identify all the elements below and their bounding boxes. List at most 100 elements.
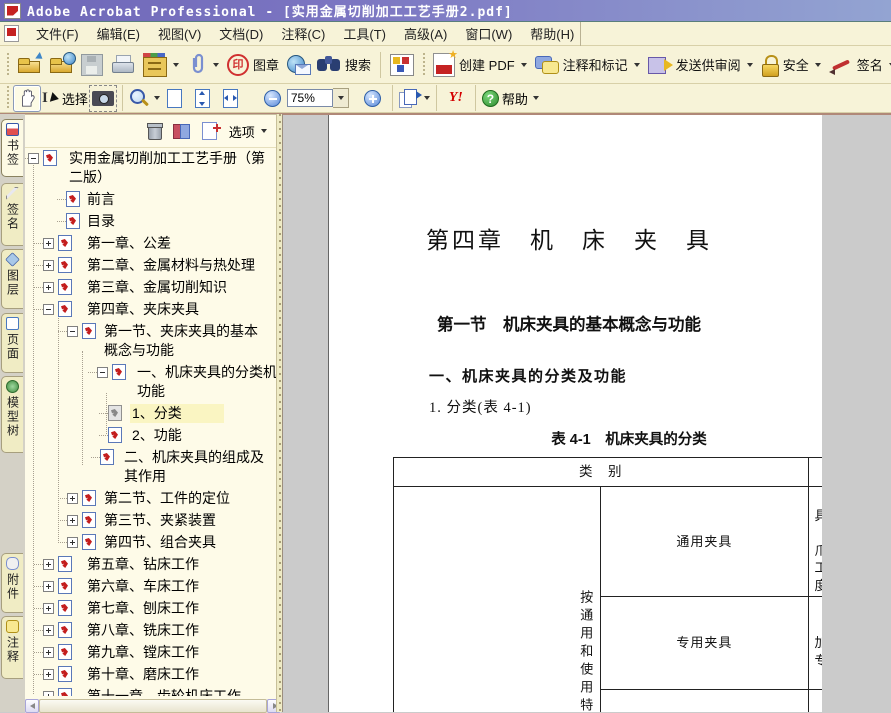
save-button[interactable] — [77, 52, 107, 78]
menu-item[interactable]: 帮助(H) — [521, 22, 583, 45]
bookmark-label[interactable]: 第四节、组合夹具 — [102, 533, 218, 552]
expand-plus-icon[interactable] — [43, 625, 54, 636]
bookmark-label[interactable]: 第七章、刨床工作 — [85, 599, 201, 618]
menu-item[interactable]: 窗口(W) — [456, 22, 521, 45]
bookmark-item[interactable]: 目录 — [25, 211, 283, 231]
comment-markup-button[interactable]: 注释和标记 — [531, 53, 644, 77]
bookmark-label[interactable]: 第一章、公差 — [85, 234, 173, 253]
collapse-minus-icon[interactable] — [97, 367, 108, 378]
bookmark-label[interactable]: 第九章、镗床工作 — [85, 643, 201, 662]
expand-plus-icon[interactable] — [43, 603, 54, 614]
create-pdf-button[interactable]: ★ 创建 PDF — [429, 49, 531, 79]
expand-plus-icon[interactable] — [43, 691, 54, 696]
bookmark-label[interactable]: 第四章、夹床夹具 — [85, 300, 201, 319]
search-button[interactable]: 搜索 — [313, 53, 375, 76]
nav-tab-页面[interactable]: 页面 — [1, 313, 23, 373]
bookmark-item[interactable]: 第三章、金属切削知识 — [25, 277, 283, 297]
bookmark-label-selected[interactable]: 1、分类 — [130, 404, 224, 423]
menu-item[interactable]: 注释(C) — [272, 22, 334, 45]
expand-plus-icon[interactable] — [67, 493, 78, 504]
fit-page-button[interactable] — [189, 85, 217, 112]
bookmark-item[interactable]: 第十章、磨床工作 — [25, 664, 283, 684]
bookmark-item[interactable]: 第五章、钻床工作 — [25, 554, 283, 574]
open-web-button[interactable] — [45, 51, 77, 77]
send-review-button[interactable]: 发送供审阅 — [644, 53, 757, 77]
bookmark-item[interactable]: 第二章、金属材料与热处理 — [25, 255, 283, 275]
bookmark-item[interactable]: 二、机床夹具的组成及 其作用 — [25, 447, 283, 486]
bookmark-label[interactable]: 二、机床夹具的组成及 其作用 — [122, 448, 266, 486]
bookmark-label[interactable]: 第六章、车床工作 — [85, 577, 201, 596]
bookmark-item[interactable]: 前言 — [25, 189, 283, 209]
nav-tab-附件[interactable]: 附件 — [1, 553, 23, 613]
secure-button[interactable]: 安全 — [757, 52, 825, 78]
email-button[interactable] — [283, 53, 313, 77]
delete-bookmark-icon[interactable] — [146, 123, 163, 140]
toolbar-grip[interactable] — [5, 52, 10, 77]
fit-width-button[interactable] — [217, 85, 245, 112]
collapse-minus-icon[interactable] — [28, 153, 39, 164]
menu-item[interactable]: 工具(T) — [334, 22, 395, 45]
stamp-button[interactable]: 印 图章 — [223, 52, 283, 78]
document-window-icon[interactable] — [4, 25, 19, 42]
organizer-button[interactable] — [139, 51, 183, 79]
expand-plus-icon[interactable] — [43, 559, 54, 570]
bookmark-label[interactable]: 第一节、夹床夹具的基本 概念与功能 — [102, 322, 260, 360]
menu-item[interactable]: 高级(A) — [395, 22, 456, 45]
page-layout-button[interactable] — [398, 85, 431, 112]
help-button[interactable]: ? 帮助 — [481, 85, 540, 112]
zoom-dropdown-button[interactable] — [332, 88, 349, 108]
nav-tab-签名[interactable]: 签名 — [1, 183, 23, 246]
bookmark-item[interactable]: 一、机床夹具的分类机 功能 — [25, 362, 283, 401]
bookmark-label[interactable]: 目录 — [85, 212, 117, 231]
zoom-in-button[interactable] — [359, 85, 387, 112]
menu-item[interactable]: 视图(V) — [149, 22, 210, 45]
select-tool-button[interactable]: I 选择 — [41, 85, 89, 112]
bookmark-item[interactable]: 第一章、公差 — [25, 233, 283, 253]
bookmark-item[interactable]: 第一节、夹床夹具的基本 概念与功能 — [25, 321, 283, 360]
zoom-tool-button[interactable] — [128, 85, 161, 112]
nav-tab-模型树[interactable]: 模型树 — [1, 376, 23, 453]
nav-tab-书签[interactable]: 书签 — [1, 119, 23, 177]
expand-plus-icon[interactable] — [43, 669, 54, 680]
bookmark-label[interactable]: 第五章、钻床工作 — [85, 555, 201, 574]
bookmark-label[interactable]: 一、机床夹具的分类机 功能 — [135, 363, 279, 401]
menu-item[interactable]: 文件(F) — [27, 22, 88, 45]
sign-button[interactable]: 签名 — [825, 53, 891, 76]
yahoo-search-button[interactable]: Y! — [442, 85, 470, 112]
nav-tab-注释[interactable]: 注释 — [1, 616, 23, 679]
hand-tool-button[interactable] — [13, 84, 41, 112]
menu-item[interactable]: 文档(D) — [210, 22, 272, 45]
expand-current-bookmark-icon[interactable] — [172, 124, 190, 139]
bookmark-item[interactable]: 第八章、铣床工作 — [25, 620, 283, 640]
bookmark-label[interactable]: 第二节、工件的定位 — [102, 489, 232, 508]
open-button[interactable] — [13, 51, 45, 77]
panel-splitter[interactable] — [276, 114, 283, 712]
expand-plus-icon[interactable] — [43, 238, 54, 249]
expand-plus-icon[interactable] — [67, 537, 78, 548]
expand-plus-icon[interactable] — [43, 647, 54, 658]
expand-plus-icon[interactable] — [43, 581, 54, 592]
bookmark-label[interactable]: 第三章、金属切削知识 — [85, 278, 229, 297]
bookmark-item[interactable]: 第三节、夹紧装置 — [25, 510, 283, 530]
toolbar-grip[interactable] — [5, 86, 10, 110]
print-button[interactable] — [107, 53, 139, 76]
bookmark-label[interactable]: 第二章、金属材料与热处理 — [85, 256, 257, 275]
bookmark-item[interactable]: 实用金属切削加工工艺手册（第 二版） — [25, 149, 283, 187]
bookmark-label[interactable]: 第八章、铣床工作 — [85, 621, 201, 640]
options-menu-button[interactable]: 选项 — [229, 122, 267, 141]
zoom-level-input[interactable] — [286, 89, 333, 107]
bookmark-item[interactable]: 第四章、夹床夹具 — [25, 299, 283, 319]
bookmark-label[interactable]: 第十章、磨床工作 — [85, 665, 201, 684]
bookmark-item[interactable]: 第十一章、齿轮机床工作 — [25, 686, 283, 696]
expand-plus-icon[interactable] — [43, 260, 54, 271]
bookmark-label[interactable]: 第十一章、齿轮机床工作 — [85, 687, 243, 696]
picture-tasks-button[interactable] — [386, 52, 418, 78]
bookmark-label[interactable]: 前言 — [85, 190, 117, 209]
actual-size-button[interactable] — [161, 85, 189, 112]
bookmark-label[interactable]: 第三节、夹紧装置 — [102, 511, 218, 530]
bookmark-item[interactable]: 第六章、车床工作 — [25, 576, 283, 596]
snapshot-tool-button[interactable] — [88, 84, 117, 112]
nav-tab-图层[interactable]: 图层 — [1, 249, 23, 309]
attach-button[interactable] — [183, 51, 223, 79]
bookmark-item[interactable]: 第二节、工件的定位 — [25, 488, 283, 508]
